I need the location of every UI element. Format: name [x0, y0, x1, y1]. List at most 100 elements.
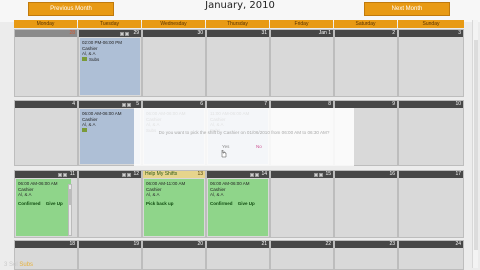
day-number: 15: [325, 171, 331, 177]
calendar-add-icon[interactable]: [120, 31, 124, 36]
edit-icon[interactable]: [319, 172, 323, 177]
calendar-add-icon[interactable]: [58, 172, 62, 177]
shift-person: Al, & A: [210, 192, 224, 197]
day-number: 11: [69, 171, 75, 177]
day-cell[interactable]: 30: [142, 29, 206, 97]
dialog-yes-button[interactable]: Yes: [222, 144, 229, 149]
day-number: 6: [200, 101, 203, 107]
day-cell[interactable]: 14 06:00 AM-06:00 AM Cashier Al, & A Con…: [206, 170, 270, 238]
day-number: 16: [389, 171, 395, 177]
day-number: 28: [69, 30, 75, 36]
day-number: 17: [455, 171, 461, 177]
day-number: 22: [325, 241, 331, 247]
day-cell[interactable]: 20: [142, 240, 206, 270]
day-cell[interactable]: 23: [334, 240, 398, 270]
shift-card[interactable]: 06:00 AM-06:00 AM Cashier Al, & A: [80, 109, 140, 164]
day-cell[interactable]: 15: [270, 170, 334, 238]
day-number: 7: [264, 101, 267, 107]
weekday-wednesday: Wednesday: [142, 20, 205, 28]
day-cell[interactable]: 3: [398, 29, 464, 97]
day-tools: [122, 171, 131, 178]
shift-person: Al, & A: [146, 192, 160, 197]
day-cell[interactable]: 17: [398, 170, 464, 238]
day-number: 20: [197, 241, 203, 247]
day-number: 4: [72, 101, 75, 107]
day-cell[interactable]: 31: [206, 29, 270, 97]
hand-cursor-icon: [221, 150, 227, 158]
day-cell[interactable]: 5 06:00 AM-06:00 AM Cashier Al, & A: [78, 100, 142, 166]
substitute-icon: [82, 57, 87, 62]
day-cell[interactable]: 24: [398, 240, 464, 270]
shift-card[interactable]: 06:00 AM-11:00 AM Cashier Al, & A Pick b…: [144, 179, 204, 236]
day-cell[interactable]: 4: [14, 100, 78, 166]
day-tools: [120, 30, 129, 37]
shift-person: Al, & A: [18, 192, 32, 197]
shift-status: Subs: [89, 56, 100, 62]
day-number: 10: [455, 101, 461, 107]
day-number: 5: [136, 101, 139, 107]
next-month-button[interactable]: Next Month: [364, 2, 450, 16]
window-scrollbar[interactable]: [472, 20, 478, 268]
edit-icon[interactable]: [127, 172, 131, 177]
cell-scrollbar-thumb[interactable]: [69, 189, 72, 205]
calendar-page: Previous Month January, 2010 Next Month …: [0, 0, 480, 270]
day-cell[interactable]: 12: [78, 170, 142, 238]
shift-card[interactable]: 02:00 PM-06:00 PM Cashier Al, & A Subs: [80, 38, 140, 95]
day-number: 29: [133, 30, 139, 36]
day-cell[interactable]: 2: [334, 29, 398, 97]
calendar-add-icon[interactable]: [250, 172, 254, 177]
help-my-shifts-label[interactable]: Help My Shifts: [145, 171, 177, 178]
weekday-tuesday: Tuesday: [78, 20, 141, 28]
watermark: 3 Sol Subs: [4, 262, 33, 268]
confirmed-link[interactable]: Confirmed: [18, 201, 41, 206]
day-number: 19: [133, 241, 139, 247]
day-cell[interactable]: 28: [14, 29, 78, 97]
substitute-icon: [82, 128, 87, 133]
calendar-add-icon[interactable]: [122, 172, 126, 177]
month-title: January, 2010: [205, 0, 275, 11]
dialog-no-button[interactable]: No: [256, 144, 262, 149]
day-cell[interactable]: 19: [78, 240, 142, 270]
watermark-accent: Subs: [19, 262, 34, 268]
day-cell[interactable]: 29 02:00 PM-06:00 PM Cashier Al, & A Sub…: [78, 29, 142, 97]
day-number: 31: [261, 30, 267, 36]
watermark-text: 3 Sol: [4, 262, 18, 268]
weekday-header-row: Monday Tuesday Wednesday Thursday Friday…: [14, 20, 464, 28]
day-number: 23: [389, 241, 395, 247]
day-cell[interactable]: 10: [398, 100, 464, 166]
edit-icon[interactable]: [255, 172, 259, 177]
day-cell[interactable]: Jan 1: [270, 29, 334, 97]
shift-card[interactable]: 06:00 AM-06:00 AM Cashier Al, & A Confir…: [208, 179, 268, 236]
edit-icon[interactable]: [125, 31, 129, 36]
shift-card[interactable]: 06:00 AM-06:00 AM Cashier Al, & A Confir…: [16, 179, 71, 236]
day-number: 13: [197, 171, 203, 177]
weekday-friday: Friday: [270, 20, 333, 28]
edit-icon[interactable]: [127, 102, 131, 107]
day-tools: [58, 171, 67, 178]
day-cell[interactable]: 16: [334, 170, 398, 238]
weekday-saturday: Saturday: [334, 20, 397, 28]
day-number: 3: [458, 30, 461, 36]
day-number: 21: [261, 241, 267, 247]
pick-back-up-link[interactable]: Pick back up: [146, 201, 174, 206]
pick-shift-dialog: Do you want to pick the shift by Cashier…: [134, 108, 354, 166]
edit-icon[interactable]: [63, 172, 67, 177]
calendar-add-icon[interactable]: [122, 102, 126, 107]
dialog-message: Do you want to pick the shift by Cashier…: [158, 130, 330, 135]
window-scrollbar-thumb[interactable]: [474, 40, 478, 250]
previous-month-button[interactable]: Previous Month: [28, 2, 114, 16]
give-up-link[interactable]: Give Up: [238, 201, 255, 206]
day-cell[interactable]: 21: [206, 240, 270, 270]
day-number: 18: [69, 241, 75, 247]
day-cell[interactable]: Help My Shifts 13 06:00 AM-11:00 AM Cash…: [142, 170, 206, 238]
day-number: 24: [455, 241, 461, 247]
weekday-sunday: Sunday: [398, 20, 464, 28]
day-cell[interactable]: 22: [270, 240, 334, 270]
confirmed-link[interactable]: Confirmed: [210, 201, 233, 206]
give-up-link[interactable]: Give Up: [46, 201, 63, 206]
day-number: 12: [133, 171, 139, 177]
calendar-add-icon[interactable]: [314, 172, 318, 177]
day-number: Jan 1: [318, 30, 331, 36]
day-tools: [250, 171, 259, 178]
cell-scrollbar[interactable]: [68, 184, 72, 236]
